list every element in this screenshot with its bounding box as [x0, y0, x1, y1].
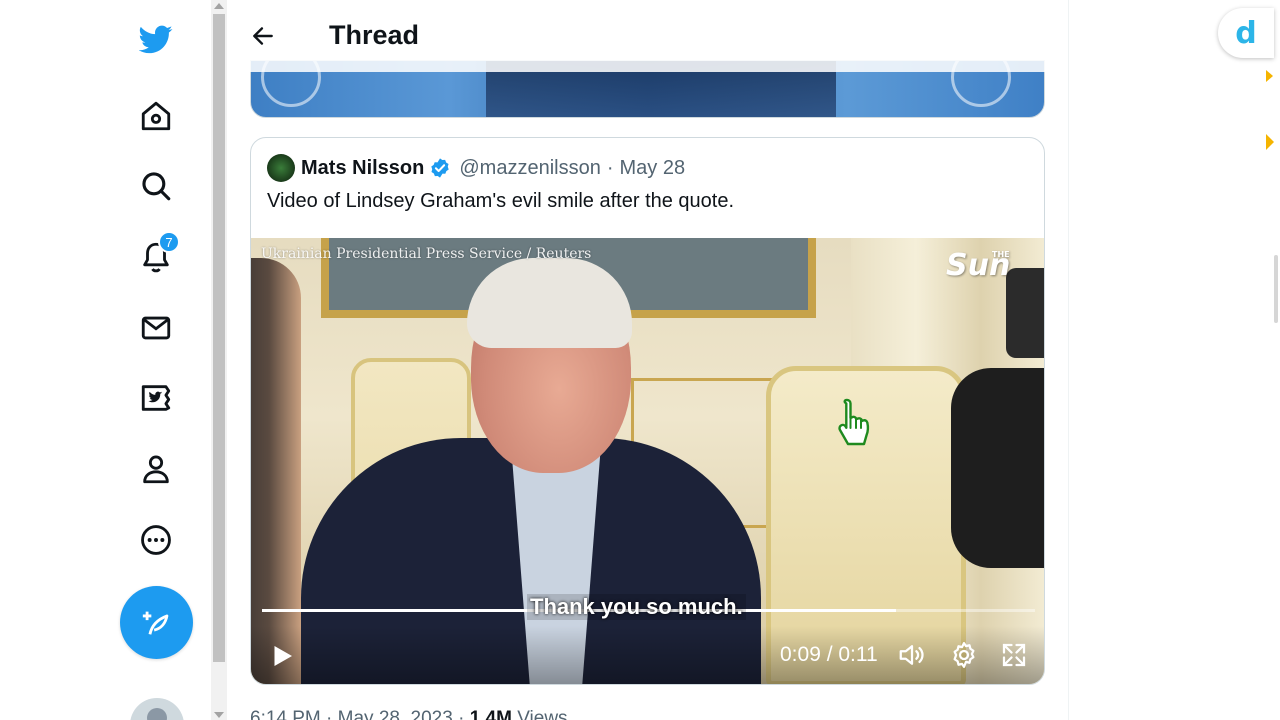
scroll-up-arrow[interactable] — [214, 3, 224, 9]
play-icon[interactable] — [267, 641, 297, 671]
author-name[interactable]: Mats Nilsson — [301, 157, 424, 180]
hand-cursor-icon — [838, 398, 870, 446]
nav-more[interactable] — [128, 512, 184, 568]
tweet-date[interactable]: May 28 — [620, 157, 686, 180]
nav-twitter-blue[interactable] — [128, 370, 184, 426]
tweet-full-date[interactable]: May 28, 2023 — [338, 708, 453, 720]
person-icon — [143, 455, 169, 484]
video-player[interactable]: Ukrainian Presidential Press Service / R… — [251, 238, 1044, 684]
tweet-time[interactable]: 6:14 PM — [250, 708, 321, 720]
meta-separator: · — [326, 708, 333, 720]
compose-tweet-button[interactable] — [120, 586, 193, 659]
author-handle[interactable]: @mazzenilsson — [459, 157, 600, 180]
meta-separator: · — [458, 708, 465, 720]
nav-explore[interactable] — [128, 158, 184, 214]
views-label: Views — [517, 708, 568, 720]
quoted-tweet-header: Mats Nilsson @mazzenilsson · May 28 — [267, 154, 685, 182]
gear-icon[interactable] — [949, 640, 979, 670]
nav-profile[interactable] — [128, 441, 184, 497]
home-icon — [141, 101, 171, 131]
extension-marker-icon[interactable] — [1266, 134, 1274, 150]
extension-logo-letter: d — [1235, 15, 1257, 51]
video-credit: Ukrainian Presidential Press Service / R… — [261, 246, 592, 262]
quoted-tweet[interactable]: Mats Nilsson @mazzenilsson · May 28 Vide… — [250, 137, 1045, 685]
nav-home[interactable] — [128, 88, 184, 144]
main-column: Thread Mats Nilsson @mazzenilsson · May … — [227, 0, 1069, 720]
tweet-text: Video of Lindsey Graham's evil smile aft… — [267, 190, 735, 212]
back-button[interactable] — [245, 18, 281, 54]
volume-icon[interactable] — [897, 640, 927, 670]
page-scrollbar-thumb[interactable] — [1274, 255, 1278, 323]
mail-icon — [141, 316, 171, 340]
scroll-down-arrow[interactable] — [214, 712, 224, 718]
compose-feather-icon — [142, 611, 168, 635]
fullscreen-icon[interactable] — [999, 640, 1029, 670]
separator-dot: · — [606, 156, 614, 179]
video-frame-camera — [1006, 268, 1044, 358]
page-title: Thread — [329, 20, 420, 50]
person-silhouette-icon — [147, 708, 167, 720]
sun-logo-small: THE — [992, 250, 1010, 259]
extension-button[interactable]: d — [1218, 8, 1274, 58]
thread-header: Thread — [227, 0, 1068, 72]
twitter-blue-icon — [141, 385, 171, 411]
views-count: 1.4M — [469, 708, 512, 720]
twitter-bird-icon — [139, 25, 173, 54]
left-nav: 7 — [0, 0, 212, 720]
video-frame-person — [951, 368, 1044, 568]
notifications-badge: 7 — [158, 231, 180, 253]
arrow-left-icon — [253, 27, 273, 45]
video-frame-hair — [467, 258, 632, 348]
sun-logo: THE Sun — [946, 248, 1010, 283]
nav-messages[interactable] — [128, 300, 184, 356]
tweet-meta: 6:14 PM · May 28, 2023 · 1.4M Views — [250, 708, 568, 720]
verified-badge-icon — [431, 158, 450, 178]
more-circle-icon — [141, 525, 171, 555]
video-caption: Thank you so much. — [527, 594, 746, 620]
video-time: 0:09 / 0:11 — [780, 643, 878, 666]
page: 7 Thread Mats Nilsson @mazzenilsson · Ma… — [0, 0, 1280, 720]
extension-marker-icon[interactable] — [1266, 70, 1273, 82]
scrollbar-thumb[interactable] — [213, 14, 225, 662]
twitter-logo-link[interactable] — [128, 11, 184, 67]
video-frame-person — [251, 258, 301, 684]
search-icon — [142, 172, 171, 201]
author-avatar[interactable] — [267, 154, 295, 182]
account-avatar[interactable] — [130, 698, 184, 720]
